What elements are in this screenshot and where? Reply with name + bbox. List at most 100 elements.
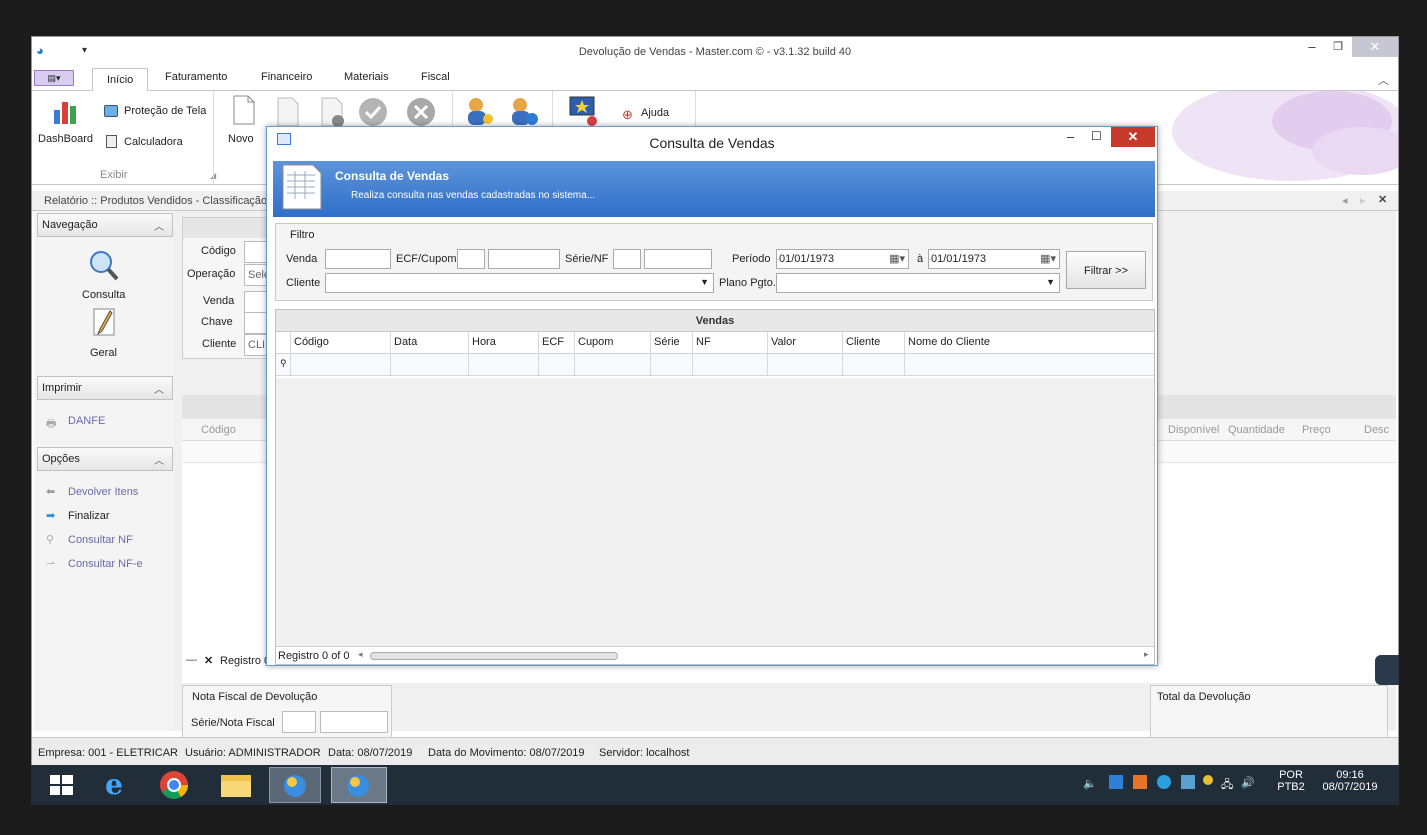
filter-cell[interactable]	[538, 354, 574, 376]
tray-app-icon[interactable]	[1203, 775, 1213, 785]
filter-cupom-input[interactable]	[488, 249, 560, 269]
ajuda-button[interactable]: Ajuda	[641, 107, 669, 119]
scroll-right-icon[interactable]: ▸	[1144, 649, 1149, 660]
col-nome-cliente[interactable]: Nome do Cliente	[904, 332, 1154, 354]
language-indicator[interactable]: POR PTB2	[1275, 769, 1307, 793]
filter-cell[interactable]	[650, 354, 692, 376]
calculadora-button[interactable]: Calculadora	[124, 136, 183, 148]
nav-consultar-nf[interactable]: Consultar NF	[68, 534, 133, 546]
minimize-button[interactable]: –	[1302, 37, 1322, 57]
section-imprimir[interactable]: Imprimir ︿	[37, 376, 173, 400]
tray-app-icon[interactable]	[1133, 775, 1147, 789]
taskbar-app-2[interactable]	[331, 767, 387, 803]
app-menu-button[interactable]: ▤▾	[34, 70, 74, 86]
new-document-icon[interactable]	[232, 95, 256, 125]
nav-danfe[interactable]: DANFE	[68, 415, 105, 427]
chevron-down-icon[interactable]: ▼	[700, 277, 709, 287]
users-key-icon[interactable]	[464, 95, 496, 127]
col-codigo[interactable]: Código	[290, 332, 390, 354]
file-explorer-icon[interactable]	[211, 767, 261, 803]
filter-plano-select[interactable]: ▼	[776, 273, 1060, 293]
col-valor[interactable]: Valor	[767, 332, 842, 354]
novo-button[interactable]: Novo	[228, 133, 254, 145]
calendar-dropdown-icon[interactable]: ▦▾	[889, 252, 905, 265]
dashboard-button[interactable]: DashBoard	[38, 133, 93, 145]
users-info-icon[interactable]	[508, 95, 540, 127]
tab-scroll-left-icon[interactable]: ◂	[1342, 194, 1348, 207]
document-tab-relatorio[interactable]: Relatório :: Produtos Vendidos - Classif…	[44, 195, 273, 207]
items-col-codigo[interactable]: Código	[201, 424, 236, 436]
items-col-preco[interactable]: Preço	[1302, 424, 1331, 436]
collapse-ribbon-icon[interactable]: ︿	[1378, 72, 1389, 88]
magnifier-icon[interactable]	[88, 249, 120, 283]
filter-cell[interactable]	[290, 354, 390, 376]
filter-venda-input[interactable]	[325, 249, 391, 269]
col-ecf[interactable]: ECF	[538, 332, 574, 354]
calendar-dropdown-icon[interactable]: ▦▾	[1040, 252, 1056, 265]
tab-close-icon[interactable]: ✕	[1378, 193, 1387, 206]
restore-button[interactable]: ❐	[1328, 37, 1348, 57]
filter-ecf-input[interactable]	[457, 249, 485, 269]
tab-faturamento[interactable]: Faturamento	[165, 71, 227, 83]
nav-consultar-nfe[interactable]: Consultar NF-e	[68, 558, 143, 570]
favorites-screen-icon[interactable]	[568, 95, 600, 127]
chevron-down-icon[interactable]: ▼	[1046, 277, 1055, 287]
tray-app-icon[interactable]	[1181, 775, 1195, 789]
pencil-document-icon[interactable]	[92, 307, 118, 337]
col-serie[interactable]: Série	[650, 332, 692, 354]
filter-serie-input[interactable]	[613, 249, 641, 269]
col-cupom[interactable]: Cupom	[574, 332, 650, 354]
windows-start-icon[interactable]	[37, 767, 87, 803]
items-col-disponivel[interactable]: Disponível	[1168, 424, 1219, 436]
filter-cell[interactable]	[767, 354, 842, 376]
items-col-desc[interactable]: Desc	[1364, 424, 1389, 436]
tab-fiscal[interactable]: Fiscal	[421, 71, 450, 83]
nav-geral[interactable]: Geral	[90, 347, 117, 359]
col-hora[interactable]: Hora	[468, 332, 538, 354]
tray-app-icon[interactable]	[1109, 775, 1123, 789]
filter-date-from[interactable]: 01/01/1973 ▦▾	[776, 249, 909, 269]
side-widget-icon[interactable]	[1375, 655, 1399, 685]
internet-explorer-icon[interactable]: e	[89, 767, 139, 803]
collapse-chevron-icon[interactable]: ︿	[154, 218, 164, 233]
volume-icon[interactable]: 🔊	[1241, 776, 1255, 789]
filter-cell[interactable]	[692, 354, 767, 376]
filter-cell[interactable]	[904, 354, 1154, 376]
nav-finalizar[interactable]: Finalizar	[68, 510, 110, 522]
tab-scroll-right-icon[interactable]: ▸	[1360, 194, 1366, 207]
network-icon[interactable]: 🖧	[1221, 776, 1233, 795]
tab-materiais[interactable]: Materiais	[344, 71, 389, 83]
filter-date-to[interactable]: 01/01/1973 ▦▾	[928, 249, 1060, 269]
dialog-minimize-button[interactable]: –	[1067, 129, 1074, 144]
col-nf[interactable]: NF	[692, 332, 767, 354]
section-opcoes[interactable]: Opções ︿	[37, 447, 173, 471]
nav-consulta[interactable]: Consulta	[82, 289, 125, 301]
items-col-quantidade[interactable]: Quantidade	[1228, 424, 1285, 436]
filter-cell[interactable]	[574, 354, 650, 376]
taskbar-app-1[interactable]	[269, 767, 321, 803]
remove-row-icon[interactable]: —	[186, 654, 197, 666]
col-data[interactable]: Data	[390, 332, 468, 354]
serie-field[interactable]	[282, 711, 316, 733]
filter-nf-input[interactable]	[644, 249, 712, 269]
speaker-muted-icon[interactable]: 🔈	[1083, 777, 1097, 790]
section-navegacao[interactable]: Navegação ︿	[37, 213, 173, 237]
col-cliente[interactable]: Cliente	[842, 332, 904, 354]
dashboard-icon[interactable]	[52, 96, 80, 126]
filter-cell[interactable]	[468, 354, 538, 376]
close-button[interactable]: ✕	[1352, 37, 1398, 57]
filtrar-button[interactable]: Filtrar >>	[1066, 251, 1146, 289]
nav-devolver-itens[interactable]: Devolver Itens	[68, 486, 138, 498]
scroll-left-icon[interactable]: ◂	[358, 649, 363, 660]
tab-inicio[interactable]: Início	[92, 68, 149, 92]
filter-cell[interactable]	[842, 354, 904, 376]
chrome-icon[interactable]	[149, 767, 199, 803]
clock[interactable]: 09:16 08/07/2019	[1317, 769, 1383, 793]
teamviewer-tray-icon[interactable]	[1157, 775, 1171, 789]
dialog-close-button[interactable]: ✕	[1111, 127, 1155, 147]
collapse-chevron-icon[interactable]: ︿	[154, 381, 164, 396]
tab-financeiro[interactable]: Financeiro	[261, 71, 312, 83]
collapse-chevron-icon[interactable]: ︿	[154, 452, 164, 467]
vendas-filter-row[interactable]: ⚲	[276, 354, 1154, 376]
horizontal-scrollbar-thumb[interactable]	[370, 652, 618, 660]
